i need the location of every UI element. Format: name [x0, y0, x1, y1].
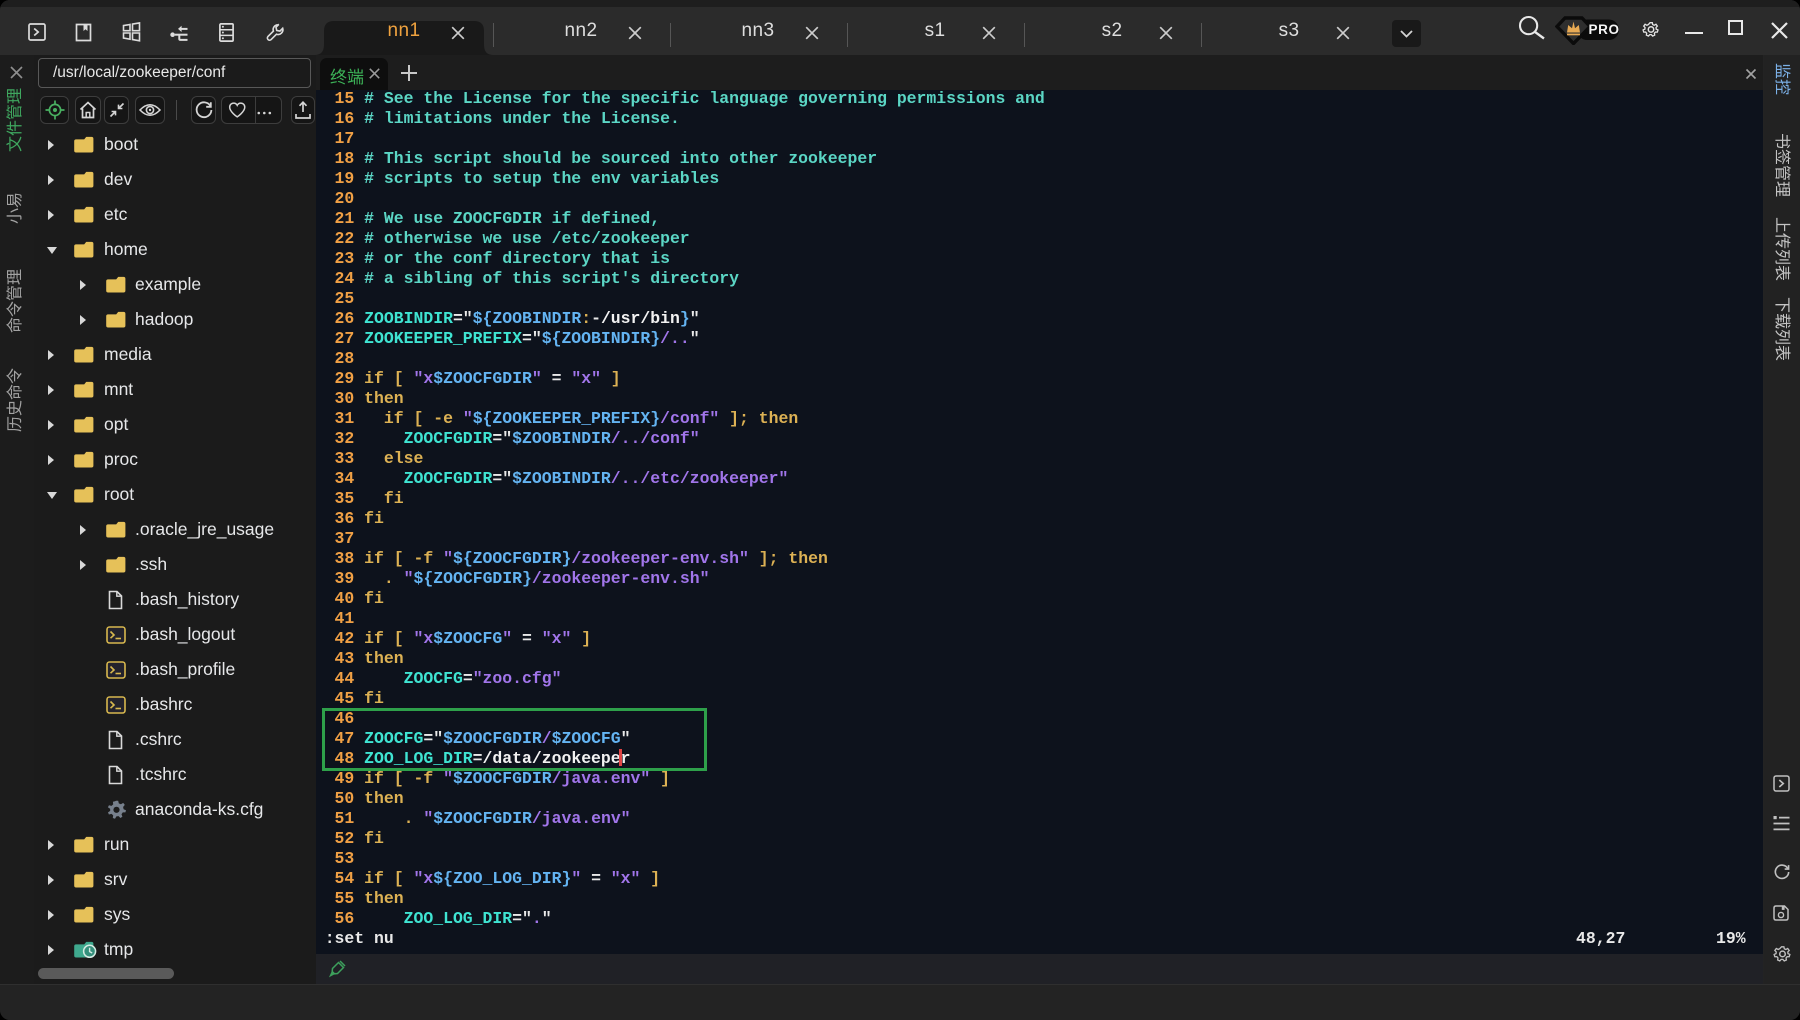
svg-text:PRO: PRO — [1589, 22, 1620, 37]
